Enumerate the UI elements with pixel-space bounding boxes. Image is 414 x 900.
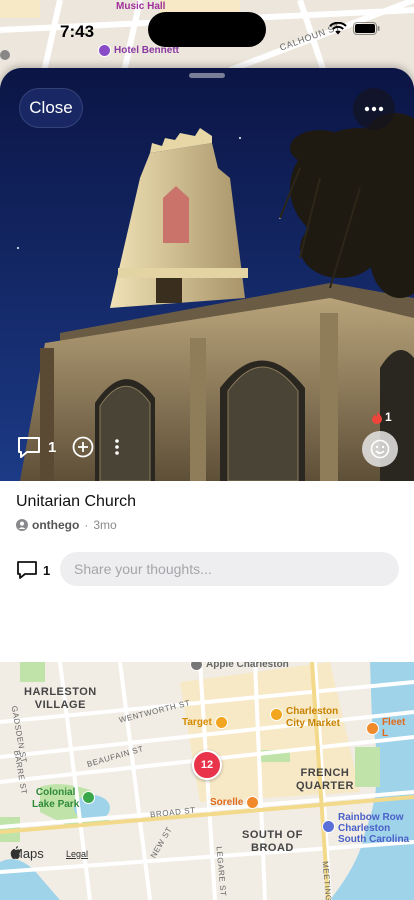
photo-menu-button[interactable] bbox=[114, 438, 120, 456]
poi-sorelle-label: Sorelle bbox=[210, 797, 244, 808]
photo-comment-count: 1 bbox=[48, 438, 57, 456]
post-age: 3mo bbox=[93, 518, 117, 532]
map-poi-music-hall[interactable]: Music Hall bbox=[116, 1, 165, 12]
smiley-icon bbox=[370, 439, 390, 459]
battery-icon bbox=[353, 22, 380, 35]
neighborhood-south-of-broad: SOUTH OF BROAD bbox=[242, 829, 303, 854]
add-button[interactable] bbox=[72, 436, 94, 458]
legal-link[interactable]: Legal bbox=[66, 849, 88, 859]
author-row: onthego · 3mo bbox=[16, 518, 117, 532]
neighborhood-harleston-village: HARLESTON VILLAGE bbox=[24, 686, 97, 711]
comment-icon bbox=[17, 561, 37, 579]
restaurant-icon bbox=[366, 721, 379, 735]
landmark-star-icon bbox=[322, 820, 335, 833]
poi-fleet-landing[interactable]: Fleet L bbox=[366, 717, 414, 739]
reaction-count: 1 bbox=[372, 410, 392, 424]
plus-circle-icon bbox=[72, 436, 94, 458]
screen: Music Hall Hotel Bennett CALHOUN ST 7:43 bbox=[0, 0, 414, 900]
poi-apple-label: Apple Charleston bbox=[206, 662, 289, 670]
map-view[interactable]: HARLESTON VILLAGE FRENCH QUARTER SOUTH O… bbox=[0, 662, 414, 900]
comment-input[interactable] bbox=[60, 552, 399, 586]
poi-target[interactable]: Target bbox=[182, 716, 228, 729]
react-button[interactable] bbox=[362, 431, 398, 467]
restaurant-icon bbox=[246, 796, 260, 809]
sheet-grabber[interactable] bbox=[189, 73, 225, 78]
poi-city-market-label: Charleston City Market bbox=[286, 706, 340, 729]
shopping-bag-icon bbox=[270, 708, 283, 721]
status-time: 7:43 bbox=[60, 22, 95, 41]
poi-rainbow-row[interactable]: Rainbow Row Charleston South Carolina bbox=[322, 812, 409, 845]
apple-store-icon bbox=[190, 662, 203, 671]
separator-dot: · bbox=[84, 518, 89, 532]
poi-city-market[interactable]: Charleston City Market bbox=[270, 706, 340, 730]
photo-cluster-marker[interactable]: 12 bbox=[192, 750, 222, 780]
more-options-button[interactable] bbox=[353, 88, 395, 130]
flame-icon bbox=[372, 410, 382, 424]
park-icon bbox=[82, 791, 96, 804]
poi-fleet-label: Fleet L bbox=[381, 717, 406, 739]
neighborhood-french-quarter: FRENCH QUARTER bbox=[296, 767, 354, 792]
apple-maps-logo: Maps bbox=[10, 846, 44, 861]
poi-colonial-lake-label: Colonial Lake Park bbox=[32, 787, 80, 810]
poi-apple-charleston[interactable]: Apple Charleston bbox=[190, 662, 289, 671]
comment-icon bbox=[18, 437, 40, 458]
reaction-count-value: 1 bbox=[385, 410, 392, 424]
poi-sorelle[interactable]: Sorelle bbox=[210, 796, 260, 809]
photo-actions: 1 bbox=[16, 435, 120, 459]
status-icons bbox=[329, 22, 380, 35]
poi-colonial-lake-park[interactable]: Colonial Lake Park bbox=[32, 787, 96, 811]
dynamic-island bbox=[148, 12, 266, 47]
author-name[interactable]: onthego bbox=[32, 518, 79, 532]
comments-button[interactable]: 1 bbox=[16, 560, 50, 580]
poi-rainbow-row-label: Rainbow Row Charleston South Carolina bbox=[338, 812, 410, 845]
user-icon bbox=[16, 519, 28, 531]
post-title: Unitarian Church bbox=[16, 493, 137, 510]
hotel-icon bbox=[98, 44, 111, 57]
shopping-bag-icon bbox=[214, 716, 228, 729]
wifi-icon bbox=[329, 22, 347, 35]
post-sheet: Close 1 1 Unitarian Church onthego · 3mo… bbox=[0, 68, 414, 662]
comments-count: 1 bbox=[43, 562, 51, 578]
poi-target-label: Target bbox=[182, 717, 212, 728]
close-button[interactable]: Close bbox=[19, 88, 83, 128]
apple-logo-icon bbox=[10, 846, 21, 859]
photo-comment-button[interactable]: 1 bbox=[16, 435, 56, 459]
post-photo[interactable]: Close 1 1 bbox=[0, 68, 414, 481]
vertical-ellipsis-icon bbox=[115, 439, 120, 455]
ellipsis-icon bbox=[364, 106, 384, 112]
